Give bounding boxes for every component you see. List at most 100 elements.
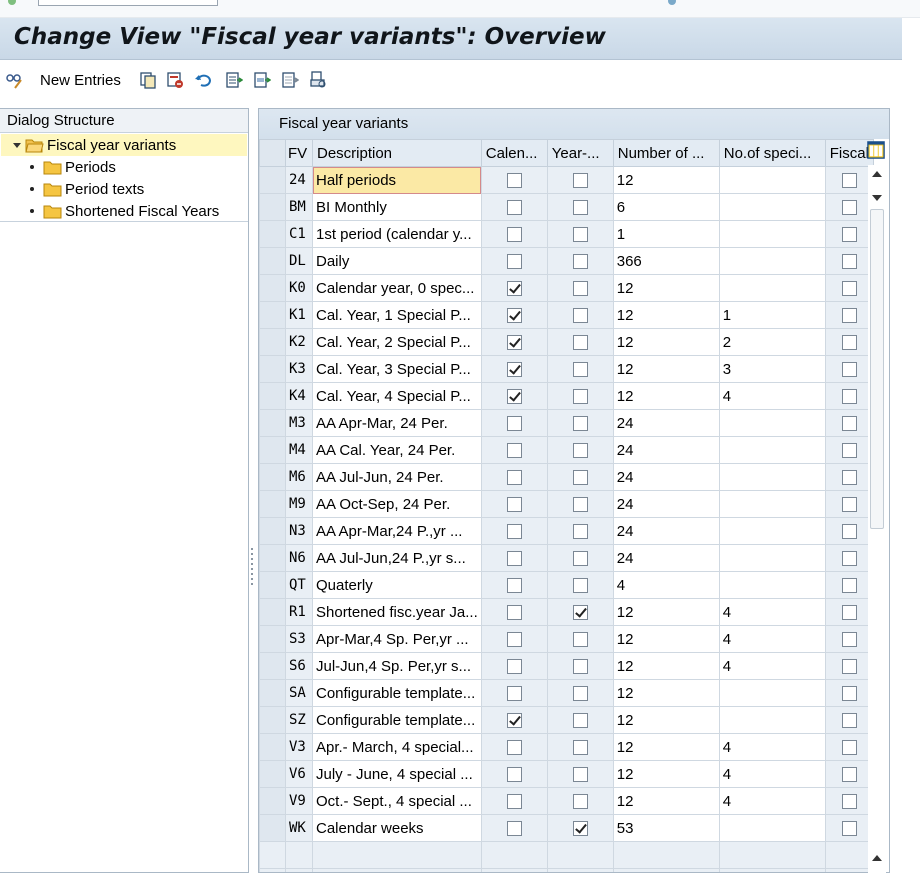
checkbox[interactable] <box>506 227 522 243</box>
checkbox[interactable] <box>506 740 522 756</box>
checkbox[interactable] <box>841 794 857 810</box>
table-vertical-scrollbar[interactable] <box>868 165 886 873</box>
row-selector[interactable] <box>259 706 286 734</box>
cell-no-of-special-periods[interactable] <box>718 517 826 545</box>
table-row[interactable]: QT Quaterly 4 <box>259 571 874 599</box>
cell-description[interactable]: AA Apr-Mar,24 P.,yr ... <box>312 517 482 545</box>
row-selector[interactable] <box>259 328 286 356</box>
cell-number-of-periods[interactable]: 24 <box>612 463 720 491</box>
row-selector[interactable] <box>259 355 286 383</box>
checkbox[interactable] <box>841 470 857 486</box>
cell-number-of-periods[interactable]: 6 <box>612 193 720 221</box>
cell-description[interactable]: Jul-Jun,4 Sp. Per,yr s... <box>312 652 482 680</box>
table-row[interactable]: M6 AA Jul-Jun, 24 Per. 24 <box>259 463 874 491</box>
checkbox[interactable] <box>841 281 857 297</box>
cell-no-of-special-periods[interactable] <box>718 814 826 842</box>
cell-no-of-special-periods[interactable] <box>718 679 826 707</box>
checkbox[interactable] <box>572 713 588 729</box>
cell-number-of-periods[interactable]: 24 <box>612 409 720 437</box>
table-row[interactable]: S3 Apr-Mar,4 Sp. Per,yr ... 12 4 <box>259 625 874 653</box>
checkbox[interactable] <box>506 524 522 540</box>
checkbox[interactable] <box>506 686 522 702</box>
checkbox[interactable] <box>506 497 522 513</box>
undo-button[interactable] <box>194 70 212 90</box>
cell-no-of-special-periods[interactable]: 3 <box>718 355 826 383</box>
table-row[interactable]: M9 AA Oct-Sep, 24 Per. 24 <box>259 490 874 518</box>
row-selector[interactable] <box>259 787 286 815</box>
row-selector[interactable] <box>259 301 286 329</box>
cell-no-of-special-periods[interactable] <box>718 220 826 248</box>
cell-no-of-special-periods[interactable] <box>718 544 826 572</box>
checkbox[interactable] <box>841 389 857 405</box>
row-selector[interactable] <box>259 760 286 788</box>
checkbox[interactable] <box>841 497 857 513</box>
row-selector[interactable] <box>259 409 286 437</box>
checkbox[interactable] <box>572 551 588 567</box>
cell-description[interactable]: Cal. Year, 4 Special P... <box>312 382 482 410</box>
row-selector[interactable] <box>259 436 286 464</box>
select-all-header-cell[interactable] <box>259 139 286 167</box>
checkbox[interactable] <box>841 200 857 216</box>
checkbox[interactable] <box>841 335 857 351</box>
cell-no-of-special-periods[interactable]: 4 <box>718 598 826 626</box>
checkbox[interactable] <box>841 524 857 540</box>
checkbox[interactable] <box>572 254 588 270</box>
checkbox[interactable] <box>572 416 588 432</box>
checkbox[interactable] <box>506 578 522 594</box>
checkbox[interactable] <box>841 767 857 783</box>
cell-description[interactable]: AA Cal. Year, 24 Per. <box>312 436 482 464</box>
table-row[interactable]: N3 AA Apr-Mar,24 P.,yr ... 24 <box>259 517 874 545</box>
cell-description[interactable]: AA Apr-Mar, 24 Per. <box>312 409 482 437</box>
checkbox[interactable] <box>841 362 857 378</box>
cell-no-of-special-periods[interactable]: 4 <box>718 652 826 680</box>
row-selector[interactable] <box>259 625 286 653</box>
checkbox[interactable] <box>506 416 522 432</box>
cell-number-of-periods[interactable]: 366 <box>612 247 720 275</box>
checkbox[interactable] <box>841 551 857 567</box>
cell-no-of-special-periods[interactable]: 4 <box>718 787 826 815</box>
checkbox[interactable] <box>506 632 522 648</box>
checkbox[interactable] <box>572 794 588 810</box>
checkbox[interactable] <box>572 605 588 621</box>
cell-no-of-special-periods[interactable]: 4 <box>718 382 826 410</box>
cell-description[interactable]: BI Monthly <box>312 193 482 221</box>
cell-description[interactable]: AA Jul-Jun,24 P.,yr s... <box>312 544 482 572</box>
row-selector[interactable] <box>259 814 286 842</box>
table-row[interactable]: M4 AA Cal. Year, 24 Per. 24 <box>259 436 874 464</box>
checkbox[interactable] <box>572 497 588 513</box>
row-selector[interactable] <box>259 598 286 626</box>
scrollbar-thumb[interactable] <box>870 209 884 529</box>
cell-description[interactable]: Oct.- Sept., 4 special ... <box>312 787 482 815</box>
cell-no-of-special-periods[interactable] <box>718 463 826 491</box>
cell-description[interactable]: July - June, 4 special ... <box>312 760 482 788</box>
checkbox[interactable] <box>572 173 588 189</box>
tree-item-fiscal-year-variants[interactable]: Fiscal year variants <box>1 134 247 156</box>
column-header-description[interactable]: Description <box>312 139 482 167</box>
cell-no-of-special-periods[interactable]: 2 <box>718 328 826 356</box>
table-row[interactable]: WK Calendar weeks 53 <box>259 814 874 842</box>
checkbox[interactable] <box>506 173 522 189</box>
checkbox[interactable] <box>506 281 522 297</box>
select-all-button[interactable] <box>225 70 243 90</box>
cell-number-of-periods[interactable]: 12 <box>612 382 720 410</box>
column-header-number-of-periods[interactable]: Number of ... <box>612 139 720 167</box>
row-selector[interactable] <box>259 463 286 491</box>
cell-number-of-periods[interactable]: 24 <box>612 544 720 572</box>
row-selector[interactable] <box>259 571 286 599</box>
cell-description[interactable]: 1st period (calendar y... <box>312 220 482 248</box>
cell-number-of-periods[interactable]: 12 <box>612 652 720 680</box>
cell-description[interactable]: Shortened fisc.year Ja... <box>312 598 482 626</box>
checkbox[interactable] <box>506 659 522 675</box>
deselect-all-button[interactable] <box>281 70 299 90</box>
table-row[interactable]: SA Configurable template... 12 <box>259 679 874 707</box>
copy-button[interactable] <box>139 70 157 90</box>
cell-number-of-periods[interactable]: 12 <box>612 598 720 626</box>
cell-no-of-special-periods[interactable]: 4 <box>718 625 826 653</box>
cell-number-of-periods[interactable]: 12 <box>612 706 720 734</box>
checkbox[interactable] <box>841 227 857 243</box>
row-selector[interactable] <box>259 193 286 221</box>
cell-no-of-special-periods[interactable] <box>718 490 826 518</box>
table-row[interactable]: V3 Apr.- March, 4 special... 12 4 <box>259 733 874 761</box>
table-row[interactable]: S6 Jul-Jun,4 Sp. Per,yr s... 12 4 <box>259 652 874 680</box>
checkbox[interactable] <box>506 443 522 459</box>
